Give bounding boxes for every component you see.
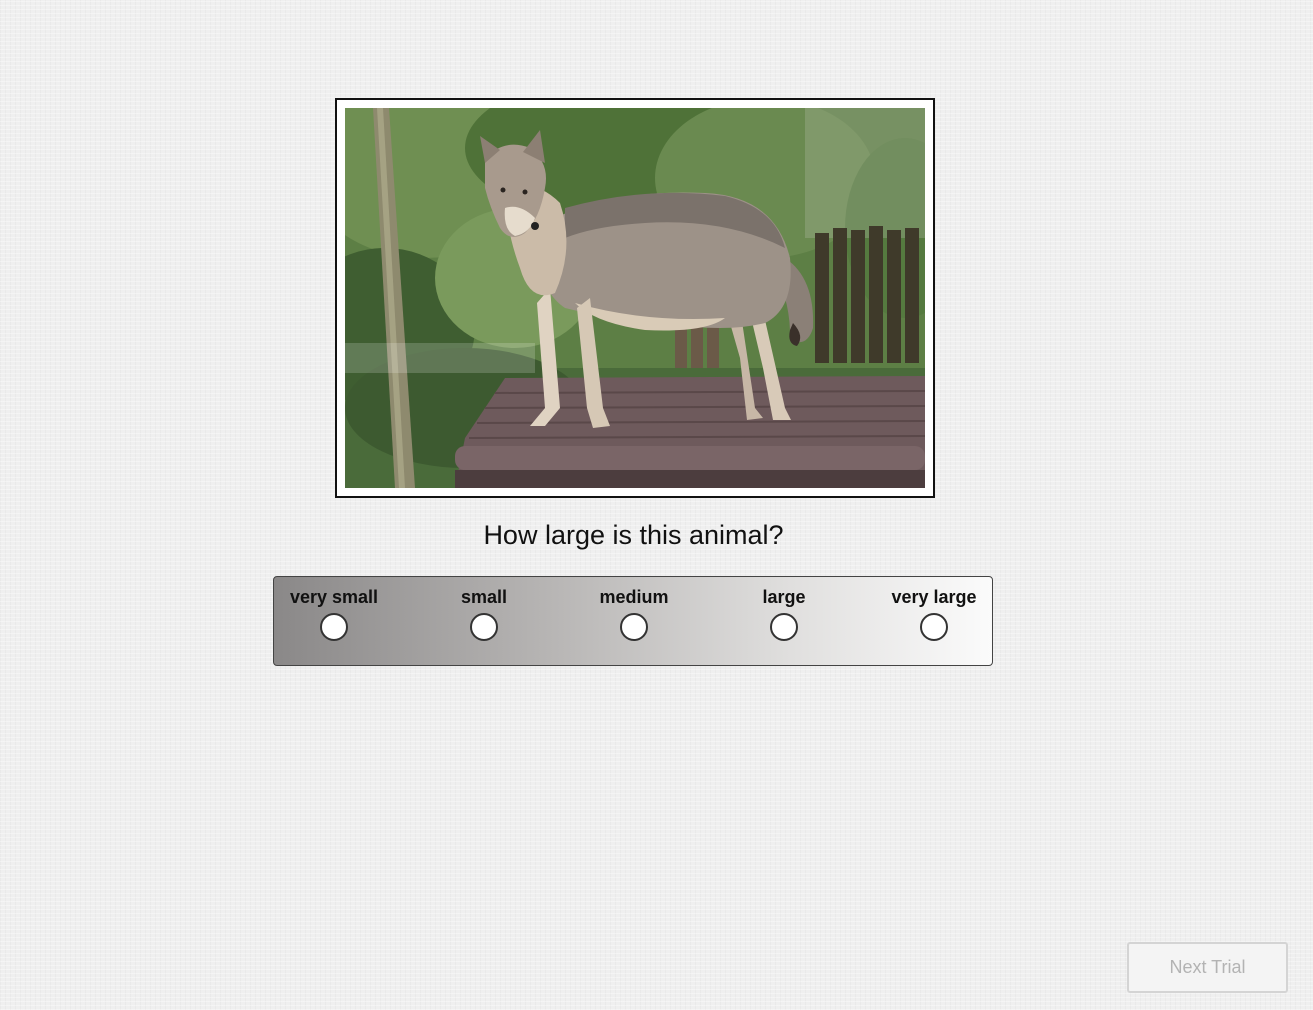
next-trial-button[interactable]: Next Trial (1127, 942, 1288, 993)
wolf-photo (345, 108, 925, 488)
radio-medium[interactable] (620, 613, 648, 641)
scale-option-label: large (762, 587, 806, 607)
stimulus-image (345, 108, 925, 488)
stimulus-image-frame (335, 98, 935, 498)
radio-small[interactable] (470, 613, 498, 641)
scale-option-very-large[interactable]: very large (874, 587, 994, 641)
scale-option-label: very small (289, 587, 379, 607)
question-text: How large is this animal? (483, 520, 784, 550)
scale-option-label: very large (891, 587, 977, 607)
scale-option-label: small (460, 587, 508, 607)
scale-option-large[interactable]: large (724, 587, 844, 641)
scale-option-medium[interactable]: medium (574, 587, 694, 641)
scale-option-label: medium (599, 587, 669, 607)
radio-very-large[interactable] (920, 613, 948, 641)
scale-option-small[interactable]: small (424, 587, 544, 641)
size-rating-scale: very small small medium large very large (273, 576, 993, 666)
scale-option-very-small[interactable]: very small (274, 587, 394, 641)
radio-very-small[interactable] (320, 613, 348, 641)
radio-large[interactable] (770, 613, 798, 641)
